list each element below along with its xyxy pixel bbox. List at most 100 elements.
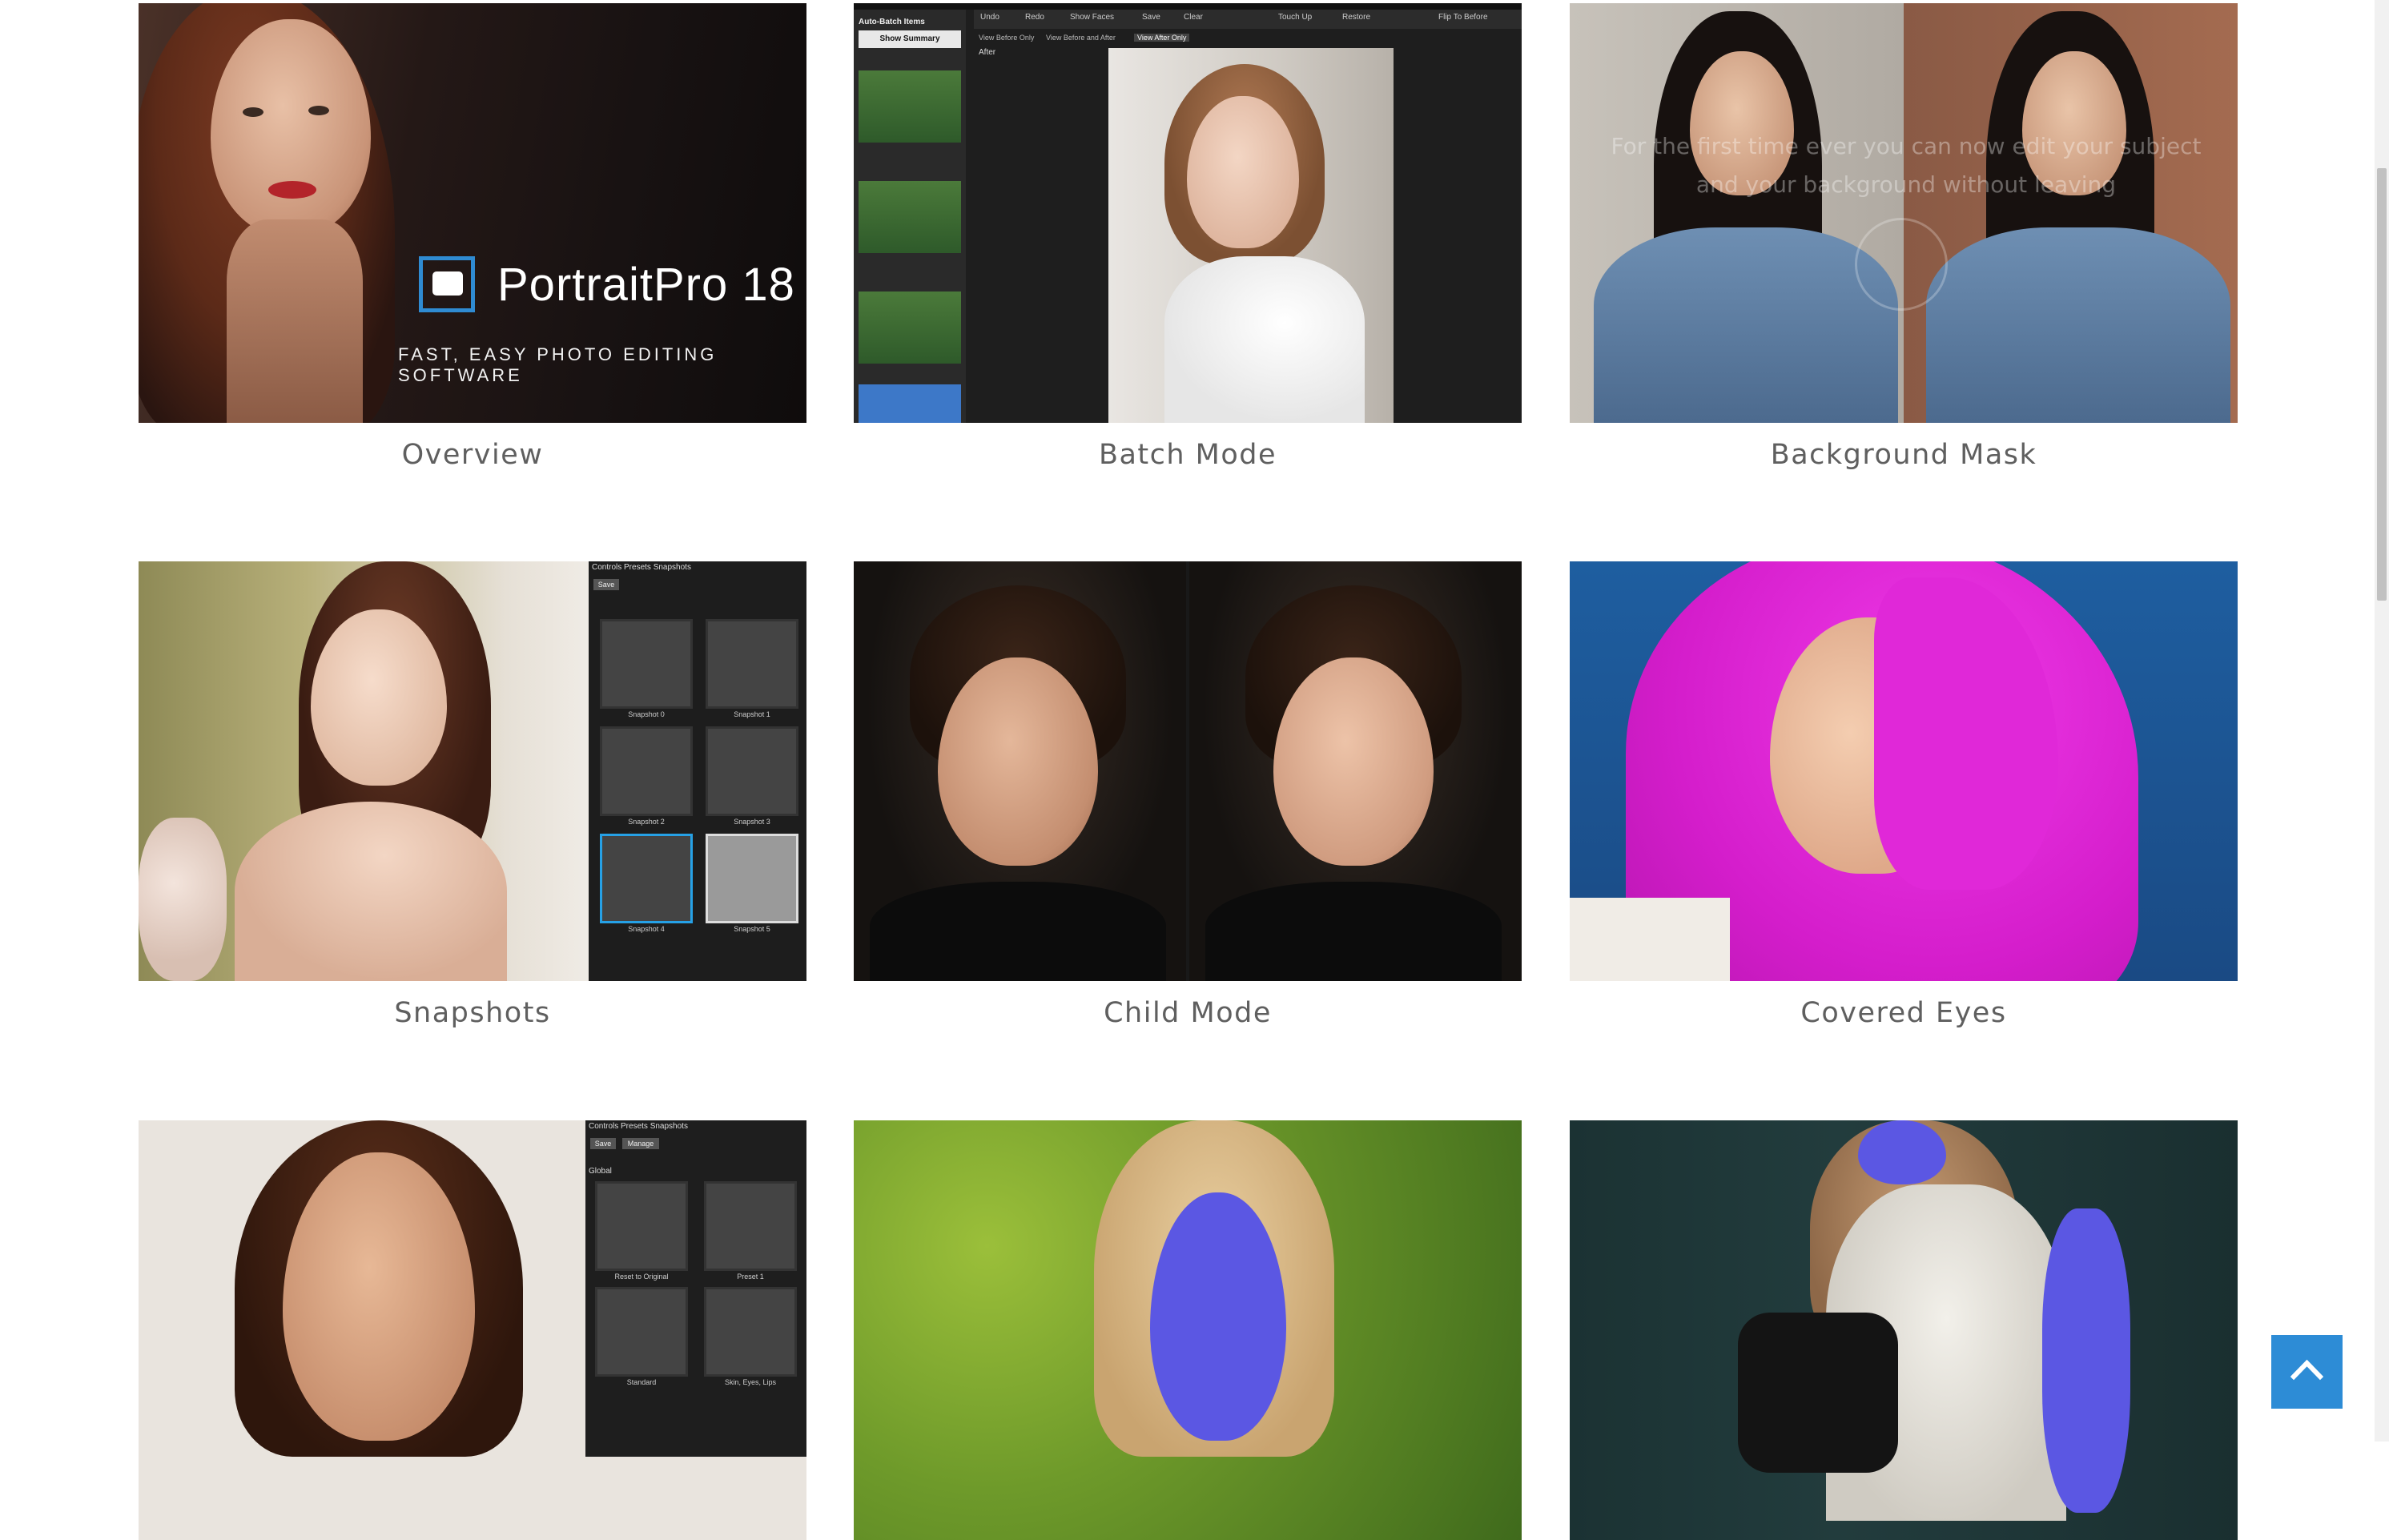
bride-photo [1108, 48, 1394, 423]
bride-dress [1164, 256, 1365, 423]
child-shirt [870, 882, 1166, 981]
preset-label: Reset to Original [614, 1273, 669, 1281]
preset-thumb [595, 1287, 688, 1377]
snapshot-thumb [706, 834, 798, 923]
gallery-page: PortraitPro 18 FAST, EASY PHOTO EDITING … [0, 0, 2389, 1540]
flip-to-before-tool: Flip To Before [1438, 13, 1488, 22]
batch-toolbar: Undo Redo Show Faces Save Clear Touch Up… [974, 10, 1522, 29]
cake [1738, 1313, 1898, 1473]
gallery-card-dark-mask[interactable] [1570, 1120, 2238, 1540]
preset-thumb [704, 1181, 797, 1271]
snapshot-thumb [600, 619, 693, 709]
after-label: After [979, 48, 996, 57]
restore-tool: Restore [1342, 13, 1371, 22]
batch-sidebar: Auto-Batch Items Show Summary [854, 10, 966, 423]
view-tab: View Before and After [1046, 34, 1116, 42]
batch-item-thumb [859, 70, 961, 143]
snapshot-label: Snapshot 3 [734, 818, 770, 826]
card-caption[interactable]: Covered Eyes [1570, 997, 2238, 1029]
preset-save-button: Save [590, 1138, 616, 1149]
gallery-card-covered-eyes[interactable]: Covered Eyes [1570, 561, 2238, 1029]
batch-item-thumb [859, 384, 961, 423]
panel-tabs: Controls Presets Snapshots [592, 563, 691, 572]
play-icon [1855, 218, 1948, 311]
after-half [1189, 561, 1522, 981]
batch-mode-thumbnail[interactable]: Auto-Batch Items Show Summary Undo Redo … [854, 3, 1522, 423]
bride-shoulder [235, 802, 507, 981]
clear-tool: Clear [1184, 13, 1203, 22]
child-shirt [1205, 882, 1502, 981]
view-tab: View After Only [1134, 34, 1190, 42]
gallery-card-child-mode[interactable]: Child Mode [854, 561, 1522, 1029]
preset-thumb [704, 1287, 797, 1377]
woman-face [283, 1152, 475, 1441]
skin-mask-thumbnail[interactable] [854, 1120, 1522, 1540]
snapshot-label: Snapshot 1 [734, 710, 770, 718]
presets-panel: Controls Presets Snapshots Save Manage G… [585, 1120, 806, 1457]
batch-item-thumb [859, 181, 961, 253]
overview-thumbnail[interactable]: PortraitPro 18 FAST, EASY PHOTO EDITING … [139, 3, 806, 423]
mask-face-purple [1858, 1120, 1946, 1184]
gallery-card-presets[interactable]: Controls Presets Snapshots Save Manage G… [139, 1120, 806, 1540]
covered-eyes-thumbnail[interactable] [1570, 561, 2238, 981]
overlay-text-line: For the first time ever you can now edit… [1611, 133, 2202, 159]
card-caption[interactable]: Snapshots [139, 997, 806, 1029]
bouquet [139, 818, 227, 981]
child-face [938, 657, 1098, 866]
gallery-card-background-mask[interactable]: For the first time ever you can now edit… [1570, 3, 2238, 471]
touch-up-tool: Touch Up [1278, 13, 1313, 22]
child-mode-thumbnail[interactable] [854, 561, 1522, 981]
portrait-eye-left [243, 107, 263, 117]
portrait-eye-right [308, 106, 329, 115]
preset-manage-button: Manage [622, 1138, 659, 1149]
subject-shirt [1926, 227, 2230, 423]
preset-label: Preset 1 [737, 1273, 764, 1281]
woman-shoulder [1570, 898, 1730, 981]
panel-tabs: Controls Presets Snapshots [589, 1122, 688, 1131]
sidebar-title: Auto-Batch Items [859, 18, 925, 26]
snapshot-label: Snapshot 5 [734, 925, 770, 933]
bride-face [311, 609, 447, 786]
card-caption[interactable]: Background Mask [1570, 439, 2238, 471]
card-caption[interactable]: Batch Mode [854, 439, 1522, 471]
portrait-neck [227, 219, 363, 423]
save-tool: Save [1142, 13, 1160, 22]
overlay-text: For the first time ever you can now edit… [1594, 127, 2218, 204]
undo-tool: Undo [980, 13, 999, 22]
view-tabs: View Before Only View Before and After V… [974, 32, 1522, 46]
show-summary-button: Show Summary [859, 30, 961, 48]
snapshots-thumbnail[interactable]: Controls Presets Snapshots Save Snapshot… [139, 561, 806, 981]
preset-label: Skin, Eyes, Lips [724, 1378, 777, 1386]
card-caption[interactable]: Overview [139, 439, 806, 471]
preset-label: Standard [626, 1378, 657, 1386]
view-tab: View Before Only [979, 34, 1035, 42]
show-faces-tool: Show Faces [1070, 13, 1115, 22]
product-tagline: FAST, EASY PHOTO EDITING SOFTWARE [398, 344, 718, 385]
gallery-card-overview[interactable]: PortraitPro 18 FAST, EASY PHOTO EDITING … [139, 3, 806, 471]
product-title: PortraitPro 18 [497, 259, 795, 311]
presets-thumbnail[interactable]: Controls Presets Snapshots Save Manage G… [139, 1120, 806, 1540]
background-mask-thumbnail[interactable]: For the first time ever you can now edit… [1570, 3, 2238, 423]
portrait-lips [268, 181, 316, 199]
overlay-text-line: and your background without leaving [1695, 171, 2117, 198]
scrollbar-thumb[interactable] [2377, 168, 2387, 601]
batch-item-thumb [859, 292, 961, 364]
gallery-card-batch-mode[interactable]: Auto-Batch Items Show Summary Undo Redo … [854, 3, 1522, 471]
portrait-face [211, 19, 371, 235]
snapshot-thumb [600, 726, 693, 816]
snapshot-save-button: Save [593, 579, 619, 590]
snapshot-thumb-selected [600, 834, 693, 923]
before-half [854, 561, 1186, 981]
snapshot-thumb [706, 619, 798, 709]
body-mask-thumbnail[interactable] [1570, 1120, 2238, 1540]
card-caption[interactable]: Child Mode [854, 997, 1522, 1029]
gallery-card-snapshots[interactable]: Controls Presets Snapshots Save Snapshot… [139, 561, 806, 1029]
gallery-card-blonde-mask[interactable] [854, 1120, 1522, 1540]
snapshot-label: Snapshot 4 [628, 925, 665, 933]
snapshots-panel: Controls Presets Snapshots Save Snapshot… [589, 561, 806, 981]
mask-arm-purple [2042, 1208, 2130, 1513]
snapshot-label: Snapshot 2 [628, 818, 665, 826]
preset-group: Global [589, 1167, 612, 1176]
snapshot-label: Snapshot 0 [628, 710, 665, 718]
back-to-top-button[interactable] [2271, 1335, 2343, 1409]
